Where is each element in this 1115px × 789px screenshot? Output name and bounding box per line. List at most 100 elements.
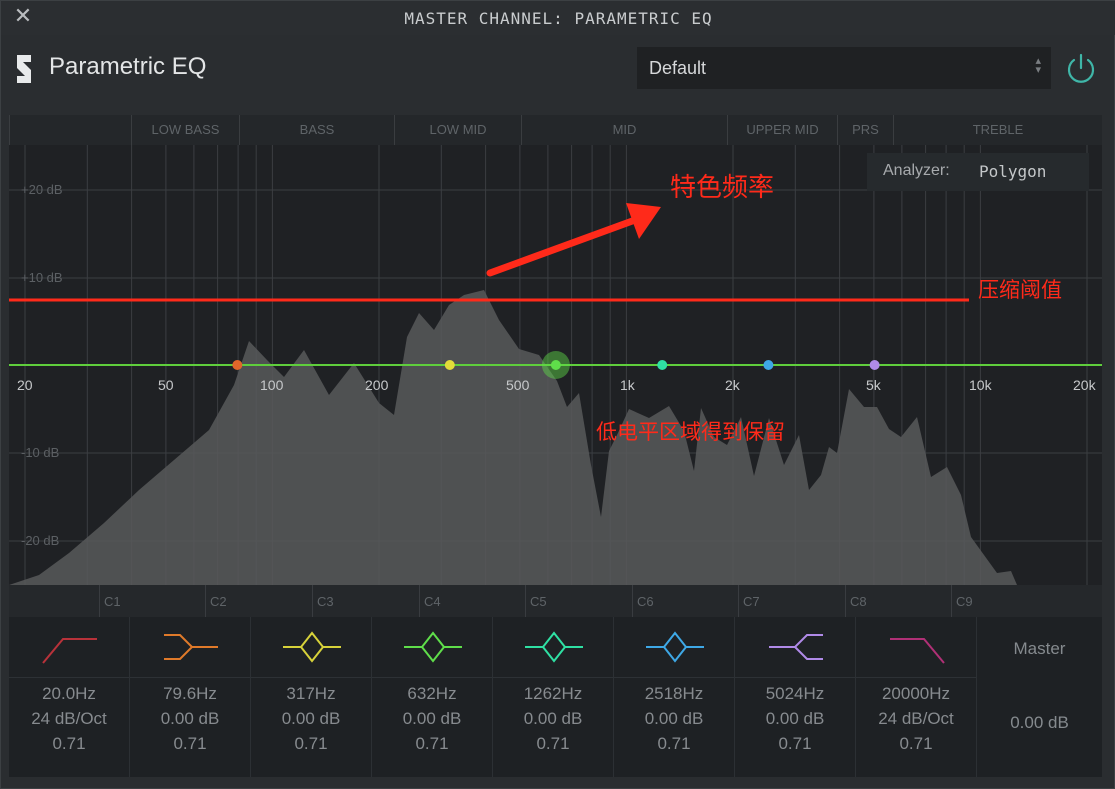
db-label: -20 dB — [21, 533, 60, 548]
band-low-shelf[interactable]: 79.6Hz 0.00 dB 0.71 — [130, 617, 251, 777]
band-q[interactable]: 0.71 — [493, 731, 613, 756]
band-bell-3[interactable]: 1262Hz 0.00 dB 0.71 — [493, 617, 614, 777]
bell-icon — [646, 631, 704, 663]
octave-label: C2 — [205, 585, 312, 617]
band-q[interactable]: 0.71 — [9, 731, 129, 756]
band-freq[interactable]: 317Hz — [251, 681, 371, 706]
octave-label: C1 — [99, 585, 205, 617]
bell-icon — [525, 631, 583, 663]
band-freq[interactable]: 632Hz — [372, 681, 492, 706]
band-high-shelf[interactable]: 5024Hz 0.00 dB 0.71 — [735, 617, 856, 777]
preset-select[interactable]: Default ▴ ▾ — [637, 47, 1051, 89]
band-q[interactable]: 0.71 — [251, 731, 371, 756]
freq-label: 50 — [158, 377, 174, 393]
band-q[interactable]: 0.71 — [372, 731, 492, 756]
band-bell-4[interactable]: 2518Hz 0.00 dB 0.71 — [614, 617, 735, 777]
divider — [735, 677, 855, 678]
annotation-arrow — [486, 216, 639, 277]
band-gain[interactable]: 0.00 dB — [493, 706, 613, 731]
band-gain[interactable]: 0.00 dB — [251, 706, 371, 731]
band-q[interactable]: 0.71 — [856, 731, 976, 756]
divider — [251, 677, 371, 678]
plugin-header: Parametric EQ Default ▴ ▾ — [1, 35, 1115, 107]
master-label: Master — [1013, 639, 1066, 658]
band-region-mid: MID — [521, 115, 727, 145]
eq-node[interactable] — [869, 360, 880, 370]
band-controls: 20.0Hz 24 dB/Oct 0.71 79.6Hz 0.00 dB 0.7… — [9, 617, 1102, 777]
band-freq[interactable]: 79.6Hz — [130, 681, 250, 706]
divider — [9, 677, 129, 678]
eq-node[interactable] — [232, 360, 243, 370]
divider — [856, 677, 976, 678]
band-low-cut[interactable]: 20.0Hz 24 dB/Oct 0.71 — [9, 617, 130, 777]
octave-label: C9 — [951, 585, 1057, 617]
octave-label: C8 — [845, 585, 951, 617]
band-region-header: LOW BASS BASS LOW MID MID UPPER MID PRS … — [9, 115, 1102, 145]
s-logo-icon — [17, 55, 31, 83]
band-gain[interactable]: 0.00 dB — [614, 706, 734, 731]
octave-label: C3 — [312, 585, 419, 617]
analyzer-value[interactable]: Polygon — [979, 162, 1046, 181]
freq-label: 5k — [866, 377, 881, 393]
band-gain[interactable]: 24 dB/Oct — [9, 706, 129, 731]
power-icon[interactable] — [1063, 51, 1099, 87]
eq-node[interactable] — [657, 360, 668, 370]
band-gain[interactable]: 0.00 dB — [372, 706, 492, 731]
analyzer-label: Analyzer: — [883, 162, 950, 179]
band-region-prs: PRS — [837, 115, 893, 145]
divider — [130, 677, 250, 678]
high-cut-icon — [890, 638, 945, 664]
freq-label: 10k — [969, 377, 992, 393]
graph-svg — [9, 145, 1102, 585]
spectrum-polygon — [9, 290, 1017, 585]
eq-display[interactable]: LOW BASS BASS LOW MID MID UPPER MID PRS … — [9, 115, 1102, 585]
divider — [614, 677, 734, 678]
band-bell-2[interactable]: 632Hz 0.00 dB 0.71 — [372, 617, 493, 777]
db-label: +20 dB — [21, 182, 63, 197]
band-bell-1[interactable]: 317Hz 0.00 dB 0.71 — [251, 617, 372, 777]
freq-label: 20 — [17, 377, 33, 393]
freq-label: 100 — [260, 377, 284, 393]
octave-ruler: C1 C2 C3 C4 C5 C6 C7 C8 C9 — [9, 585, 1102, 617]
band-q[interactable]: 0.71 — [130, 731, 250, 756]
plugin-window: ✕ MASTER CHANNEL: PARAMETRIC EQ Parametr… — [0, 0, 1115, 789]
band-q[interactable]: 0.71 — [614, 731, 734, 756]
band-region-upper-mid: UPPER MID — [727, 115, 837, 145]
band-gain[interactable]: 24 dB/Oct — [856, 706, 976, 731]
eq-node[interactable] — [444, 360, 455, 370]
freq-label: 1k — [620, 377, 635, 393]
analyzer-selector[interactable]: Analyzer: Polygon — [867, 153, 1089, 191]
freq-label: 20k — [1073, 377, 1096, 393]
band-freq[interactable]: 20.0Hz — [9, 681, 129, 706]
annotation-low-level: 低电平区域得到保留 — [596, 421, 785, 444]
bell-icon — [283, 631, 341, 663]
band-region-bass: BASS — [239, 115, 394, 145]
band-gain[interactable]: 0.00 dB — [130, 706, 250, 731]
octave-label: C4 — [419, 585, 525, 617]
octave-label: C6 — [632, 585, 738, 617]
divider — [493, 677, 613, 678]
db-label: +10 dB — [21, 270, 63, 285]
annotation-feature-frequency: 特色频率 — [670, 172, 775, 202]
master-gain[interactable]: 0.00 dB — [977, 713, 1102, 733]
preset-value: Default — [649, 58, 707, 78]
band-freq[interactable]: 5024Hz — [735, 681, 855, 706]
band-freq[interactable]: 2518Hz — [614, 681, 734, 706]
band-gain[interactable]: 0.00 dB — [735, 706, 855, 731]
eq-node[interactable] — [550, 360, 561, 370]
bell-icon — [404, 631, 462, 663]
band-freq[interactable]: 20000Hz — [856, 681, 976, 706]
freq-label: 2k — [725, 377, 740, 393]
band-q[interactable]: 0.71 — [735, 731, 855, 756]
eq-node[interactable] — [763, 360, 774, 370]
title-bar: ✕ MASTER CHANNEL: PARAMETRIC EQ — [1, 1, 1115, 35]
annotation-threshold: 压缩阈值 — [978, 279, 1062, 302]
frequency-graph[interactable]: +20 dB +10 dB -10 dB -20 dB 20 50 100 20… — [9, 145, 1102, 585]
band-region-low-mid: LOW MID — [394, 115, 521, 145]
band-high-cut[interactable]: 20000Hz 24 dB/Oct 0.71 — [856, 617, 977, 777]
band-freq[interactable]: 1262Hz — [493, 681, 613, 706]
master-control[interactable]: Master 0.00 dB — [977, 617, 1102, 777]
octave-label: C5 — [525, 585, 632, 617]
db-label: -10 dB — [21, 445, 60, 460]
low-cut-icon — [42, 638, 97, 664]
